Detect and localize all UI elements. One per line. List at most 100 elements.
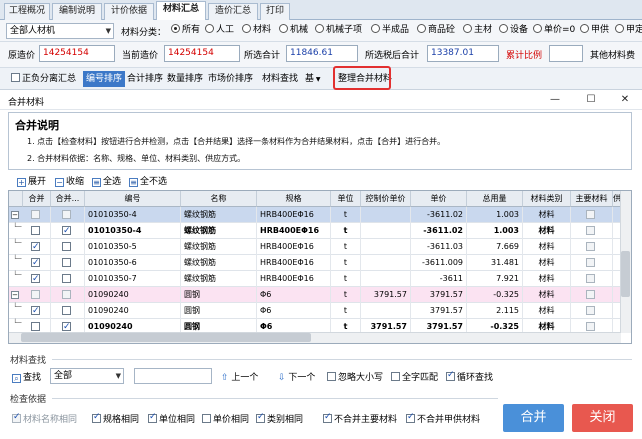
radio-labor[interactable]: 人工 [205, 23, 234, 37]
material-find-button[interactable]: 材料查找 [259, 71, 301, 87]
table-row[interactable]: └─ 01010350-6螺纹钢筋HRB400EΦ16t -3611.00931.4… [9, 255, 621, 271]
header-merge[interactable]: 合并 [23, 191, 51, 207]
merge-button[interactable]: 合并 [503, 404, 564, 432]
skip-owner-supplied-checkbox[interactable]: 不合并甲供材料 [406, 412, 480, 425]
merge-result-checkbox-cell[interactable] [51, 223, 85, 239]
whole-match-checkbox[interactable]: 全字匹配 [391, 370, 438, 383]
resource-scope-select[interactable]: 全部人材机 ▼ [6, 23, 114, 39]
highlight-frame [333, 66, 391, 90]
main-material-cell[interactable] [571, 223, 613, 239]
close-button[interactable]: 关闭 [572, 404, 633, 432]
radio-machine-sub[interactable]: 机械子项 [315, 23, 362, 37]
merge-result-checkbox-cell[interactable] [51, 271, 85, 287]
select-all-button[interactable]: ≡ 全选 [92, 175, 121, 189]
radio-owner-designated[interactable]: 甲定 [615, 23, 642, 37]
main-material-cell[interactable] [571, 207, 613, 223]
radio-main-material[interactable]: 主材 [463, 23, 492, 37]
unit-cell: t [331, 207, 361, 223]
merge-checkbox-cell[interactable] [23, 239, 51, 255]
merge-checkbox-cell[interactable] [23, 287, 51, 303]
sort-by-total-button[interactable]: 合计排序 [124, 71, 166, 87]
merge-checkbox-cell[interactable] [23, 271, 51, 287]
sort-by-code-button[interactable]: 编号排序 [83, 71, 126, 87]
radio-all[interactable]: 所有 [171, 23, 200, 37]
merge-checkbox-cell[interactable] [23, 255, 51, 271]
table-row[interactable]: └─ 01010350-7螺纹钢筋HRB400EΦ16t -36117.921材料 [9, 271, 621, 287]
same-unit-checkbox[interactable]: 单位相同 [148, 412, 195, 425]
main-material-cell[interactable] [571, 287, 613, 303]
group-row[interactable]: − 01010350-4 螺纹钢筋 HRB400EΦ16 t -3611.02 1.003 材… [9, 207, 621, 223]
merge-result-checkbox-cell[interactable] [51, 303, 85, 319]
merge-result-checkbox-cell[interactable] [51, 207, 85, 223]
scroll-thumb[interactable] [21, 333, 311, 342]
header-unit[interactable]: 单位 [331, 191, 361, 207]
expand-all-button[interactable]: + 展开 [17, 175, 46, 189]
collapse-all-button[interactable]: − 收缩 [55, 175, 84, 189]
header-name[interactable]: 名称 [181, 191, 257, 207]
header-code[interactable]: 编号 [85, 191, 181, 207]
ignore-case-checkbox[interactable]: 忽略大小写 [327, 370, 383, 383]
main-material-cell[interactable] [571, 255, 613, 271]
main-material-cell[interactable] [571, 271, 613, 287]
radio-concrete[interactable]: 商品砼 [417, 23, 455, 37]
merge-result-checkbox-cell[interactable] [51, 239, 85, 255]
radio-machine[interactable]: 机械 [279, 23, 308, 37]
loop-search-checkbox[interactable]: 循环查找 [446, 370, 493, 383]
main-material-cell[interactable] [571, 303, 613, 319]
search-scope-select[interactable]: 全部 ▼ [50, 368, 124, 384]
cumulative-ratio-input[interactable] [549, 45, 583, 62]
table-row[interactable]: └─ 01010350-5螺纹钢筋HRB400EΦ16t -3611.037.669… [9, 239, 621, 255]
tab-material-summary[interactable]: 材料汇总 [156, 1, 206, 20]
chevron-down-icon: ▼ [115, 372, 121, 380]
same-category-checkbox[interactable]: 类别相同 [256, 412, 303, 425]
group-row[interactable]: −01090240 圆钢 Φ6 t 3791.57 3791.57 -0.325 材料 [9, 287, 621, 303]
split-pos-neg-toggle[interactable]: 正负分离汇总 [8, 71, 79, 87]
header-main-material[interactable]: 主要材料 [571, 191, 613, 207]
horizontal-scrollbar[interactable] [9, 332, 621, 343]
tab-pricing-basis[interactable]: 计价依据 [104, 3, 154, 20]
vertical-scrollbar[interactable] [620, 191, 631, 333]
header-total-qty[interactable]: 总用量 [467, 191, 523, 207]
merge-result-checkbox-cell[interactable] [51, 287, 85, 303]
header-category[interactable]: 材料类别 [523, 191, 571, 207]
maximize-icon[interactable]: ☐ [582, 93, 600, 107]
find-prev-button[interactable]: ⇧ 上一个 [221, 370, 258, 383]
find-next-button[interactable]: ⇩ 下一个 [278, 370, 315, 383]
table-row[interactable]: └─ 01010350-4螺纹钢筋HRB400EΦ16t -3611.021.003… [9, 223, 621, 239]
radio-material[interactable]: 材料 [242, 23, 271, 37]
tab-print[interactable]: 打印 [260, 3, 290, 20]
scroll-thumb[interactable] [621, 251, 630, 297]
skip-main-material-checkbox[interactable]: 不合并主要材料 [323, 412, 397, 425]
radio-owner-supplied[interactable]: 甲供 [580, 23, 609, 37]
select-none-button[interactable]: ≡ 全不选 [129, 175, 167, 189]
header-spec[interactable]: 规格 [257, 191, 331, 207]
explanation-title: 合并说明 [15, 119, 59, 132]
merge-checkbox-cell[interactable] [23, 303, 51, 319]
base-menu-button[interactable]: 基 ▼ [302, 71, 324, 87]
header-merge-result[interactable]: 合并... [51, 191, 85, 207]
price-cell: 3791.57 [411, 303, 467, 319]
radio-zero-price[interactable]: 单价=0 [533, 23, 575, 37]
header-control-price[interactable]: 控制价单价 [361, 191, 411, 207]
merge-result-checkbox-cell[interactable] [51, 255, 85, 271]
merge-checkbox-cell[interactable] [23, 223, 51, 239]
collapse-toggle-icon[interactable]: − [11, 291, 19, 299]
tab-project-overview[interactable]: 工程概况 [4, 3, 50, 20]
tab-cost-summary[interactable]: 造价汇总 [208, 3, 258, 20]
sort-by-qty-button[interactable]: 数量排序 [164, 71, 206, 87]
tab-compile-notes[interactable]: 编制说明 [52, 3, 102, 20]
minimize-icon[interactable]: — [546, 93, 564, 107]
radio-semi-finished[interactable]: 半成品 [371, 23, 409, 37]
main-material-cell[interactable] [571, 239, 613, 255]
search-input[interactable] [134, 368, 212, 384]
collapse-toggle-icon[interactable]: − [11, 211, 19, 219]
same-spec-checkbox[interactable]: 规格相同 [92, 412, 139, 425]
close-icon[interactable]: ✕ [616, 93, 634, 107]
header-price[interactable]: 单价 [411, 191, 467, 207]
merge-checkbox-cell[interactable] [23, 207, 51, 223]
same-price-checkbox[interactable]: 单价相同 [202, 412, 249, 425]
sort-by-market-price-button[interactable]: 市场价排序 [205, 71, 256, 87]
table-row[interactable]: └─ 01090240圆钢Φ6t 3791.572.115材料 [9, 303, 621, 319]
checkbox [202, 414, 211, 423]
radio-equipment[interactable]: 设备 [499, 23, 528, 37]
